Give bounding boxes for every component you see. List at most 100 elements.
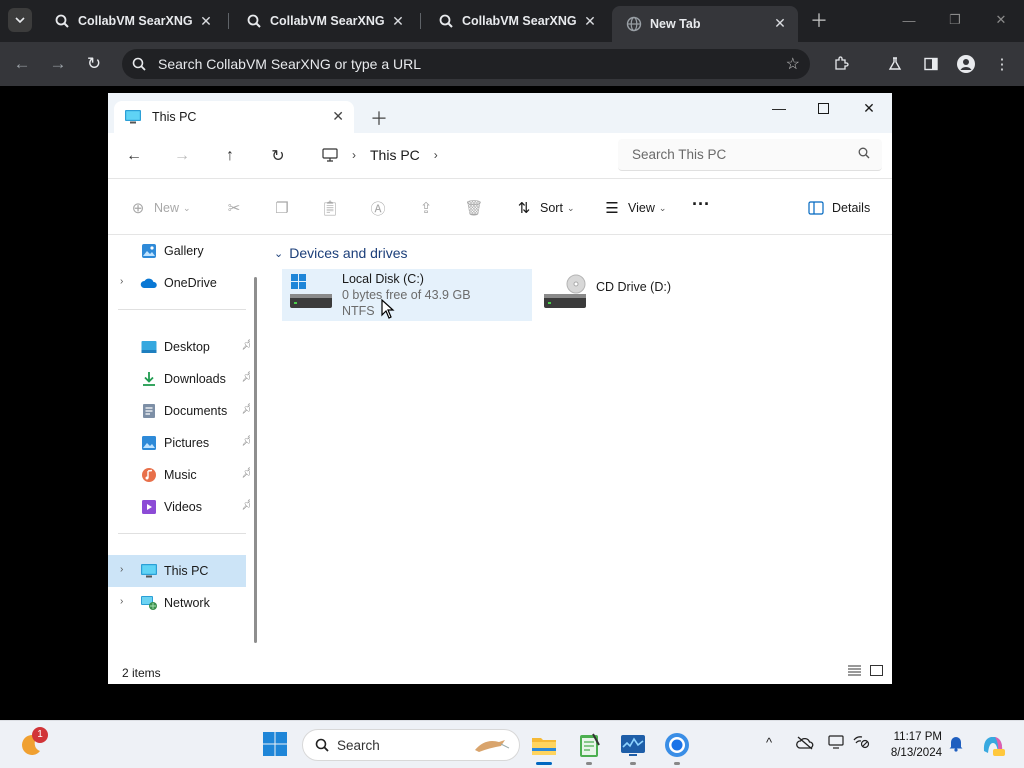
sidebar-item-gallery[interactable]: Gallery bbox=[118, 237, 246, 265]
explorer-search-input[interactable]: Search This PC bbox=[618, 139, 882, 171]
taskbar-monitor-app[interactable] bbox=[619, 731, 647, 759]
sidebar-item-label: Downloads bbox=[164, 372, 226, 386]
up-arrow-icon[interactable]: ↑ bbox=[218, 145, 242, 167]
rename-button[interactable]: Ⓐ bbox=[368, 197, 394, 219]
notification-bell-icon[interactable] bbox=[948, 734, 964, 755]
back-arrow-icon[interactable]: ← bbox=[10, 52, 34, 76]
sort-button[interactable]: ⇅ Sort ⌄ bbox=[514, 197, 575, 219]
details-pane-button[interactable]: Details bbox=[806, 197, 870, 219]
refresh-icon[interactable]: ↻ bbox=[266, 145, 290, 167]
browser-tab[interactable]: CollabVM SearXNG ✕ bbox=[40, 6, 224, 36]
sidebar-item-onedrive[interactable]: › OneDrive bbox=[118, 269, 246, 297]
share-button[interactable]: ⇪ bbox=[416, 197, 442, 219]
expand-chevron-icon[interactable]: › bbox=[120, 596, 123, 607]
paste-button[interactable]: 📋︎ bbox=[320, 197, 346, 219]
explorer-tab[interactable]: This PC ✕ bbox=[114, 101, 354, 133]
omnibox[interactable]: Search CollabVM SearXNG or type a URL ☆ bbox=[122, 49, 810, 79]
close-tab-icon[interactable]: ✕ bbox=[332, 108, 344, 125]
address-bar[interactable]: › This PC › bbox=[312, 139, 612, 171]
reload-icon[interactable]: ↻ bbox=[82, 52, 106, 76]
close-tab-icon[interactable]: ✕ bbox=[582, 13, 598, 29]
sidebar-item-network[interactable]: › Network bbox=[118, 589, 246, 617]
side-panel-icon[interactable] bbox=[920, 53, 942, 75]
taskbar: 1 Search ^ 11:17 PM 8/13/2024 bbox=[0, 720, 1024, 768]
drive-item-c[interactable]: Local Disk (C:) 0 bytes free of 43.9 GB … bbox=[282, 269, 532, 321]
drive-item-d[interactable]: CD Drive (D:) bbox=[536, 269, 766, 321]
sidebar-item-pictures[interactable]: Pictures 📌︎ bbox=[118, 429, 254, 457]
back-arrow-icon[interactable]: ← bbox=[122, 145, 146, 167]
tab-search-dropdown-button[interactable] bbox=[8, 8, 32, 32]
this-pc-icon bbox=[140, 562, 158, 580]
breadcrumb-chevron-icon[interactable]: › bbox=[352, 148, 356, 162]
restore-icon[interactable]: ❐ bbox=[944, 10, 966, 30]
close-tab-icon[interactable]: ✕ bbox=[198, 13, 214, 29]
sidebar-item-label: Network bbox=[164, 596, 210, 610]
maximize-icon[interactable] bbox=[808, 98, 838, 118]
browser-tab-active[interactable]: New Tab ✕ bbox=[612, 6, 798, 42]
sidebar-item-videos[interactable]: Videos 📌︎ bbox=[118, 493, 254, 521]
onedrive-offline-icon[interactable] bbox=[796, 736, 814, 753]
sidebar-item-this-pc[interactable]: › This PC bbox=[108, 555, 246, 587]
new-button[interactable]: ⊕ New ⌄ bbox=[128, 197, 191, 219]
new-tab-button[interactable]: ＋ bbox=[808, 9, 830, 31]
cut-button[interactable]: ✂ bbox=[224, 197, 250, 219]
sidebar-item-downloads[interactable]: Downloads 📌︎ bbox=[118, 365, 254, 393]
more-menu-icon[interactable]: ⋮ bbox=[991, 53, 1013, 75]
item-count: 2 items bbox=[122, 666, 161, 680]
drive-name: CD Drive (D:) bbox=[596, 280, 671, 294]
display-icon[interactable] bbox=[828, 735, 844, 752]
active-app-indicator bbox=[536, 762, 552, 765]
view-button[interactable]: ☰ View ⌄ bbox=[602, 197, 666, 219]
expand-chevron-icon[interactable]: › bbox=[120, 276, 123, 287]
sidebar-item-desktop[interactable]: Desktop 📌︎ bbox=[118, 333, 254, 361]
profile-avatar-icon[interactable] bbox=[955, 53, 977, 75]
sidebar-item-documents[interactable]: Documents 📌︎ bbox=[118, 397, 254, 425]
details-view-icon[interactable] bbox=[848, 665, 861, 679]
taskbar-notepad[interactable] bbox=[575, 731, 603, 759]
breadcrumb-item[interactable]: This PC bbox=[370, 147, 420, 163]
new-explorer-tab-button[interactable]: ＋ bbox=[370, 105, 388, 131]
taskbar-chrome[interactable] bbox=[663, 731, 691, 759]
sidebar-item-music[interactable]: Music 📌︎ bbox=[118, 461, 254, 489]
close-tab-icon[interactable]: ✕ bbox=[390, 13, 406, 29]
browser-tab[interactable]: CollabVM SearXNG ✕ bbox=[232, 6, 416, 36]
monitor-icon bbox=[124, 109, 142, 125]
copilot-button[interactable] bbox=[979, 731, 1007, 759]
taskbar-clock[interactable]: 11:17 PM 8/13/2024 bbox=[880, 729, 942, 761]
extensions-icon[interactable] bbox=[830, 53, 852, 75]
forward-arrow-icon[interactable]: → bbox=[170, 145, 194, 167]
delete-button[interactable]: 🗑︎ bbox=[464, 197, 490, 219]
sidebar-item-label: This PC bbox=[164, 564, 209, 578]
taskbar-file-explorer[interactable] bbox=[530, 731, 558, 759]
expand-chevron-icon[interactable]: › bbox=[120, 564, 123, 575]
devices-group-header[interactable]: ⌄ Devices and drives bbox=[274, 245, 408, 261]
minimize-icon[interactable]: — bbox=[764, 98, 794, 118]
see-more-button[interactable]: ··· bbox=[692, 193, 710, 215]
running-app-indicator bbox=[586, 762, 592, 765]
browser-tab[interactable]: CollabVM SearXNG ✕ bbox=[424, 6, 608, 36]
navigation-pane: Gallery › OneDrive Desktop 📌︎ Downloads … bbox=[108, 235, 264, 660]
sort-button-label: Sort bbox=[540, 201, 563, 215]
large-icons-view-icon[interactable] bbox=[870, 665, 883, 679]
minimize-icon[interactable]: — bbox=[898, 10, 920, 30]
music-folder-icon bbox=[140, 466, 158, 484]
widgets-button[interactable]: 1 bbox=[18, 727, 48, 759]
start-button[interactable] bbox=[262, 731, 290, 759]
desktop-folder-icon bbox=[140, 338, 158, 356]
explorer-status-bar: 2 items bbox=[108, 660, 892, 684]
labs-flask-icon[interactable] bbox=[884, 53, 906, 75]
forward-arrow-icon[interactable]: → bbox=[46, 52, 70, 76]
plus-circle-icon: ⊕ bbox=[131, 200, 145, 217]
show-hidden-icons-chevron-icon[interactable]: ^ bbox=[766, 735, 772, 750]
breadcrumb-chevron-icon[interactable]: › bbox=[434, 148, 438, 162]
copy-button[interactable]: ❐ bbox=[272, 197, 298, 219]
trash-icon: 🗑︎ bbox=[464, 200, 484, 217]
sidebar-scrollbar-thumb[interactable] bbox=[254, 277, 257, 643]
close-window-icon[interactable]: ✕ bbox=[990, 10, 1012, 30]
bookmark-star-icon[interactable]: ☆ bbox=[786, 54, 800, 74]
close-window-icon[interactable]: ✕ bbox=[854, 98, 884, 118]
taskbar-search-box[interactable]: Search bbox=[302, 729, 520, 761]
network-status-icon[interactable] bbox=[852, 735, 870, 752]
close-tab-icon[interactable]: ✕ bbox=[772, 15, 788, 31]
file-explorer-window: This PC ✕ ＋ — ✕ ← → ↑ ↻ › This PC › Sear… bbox=[108, 93, 892, 684]
